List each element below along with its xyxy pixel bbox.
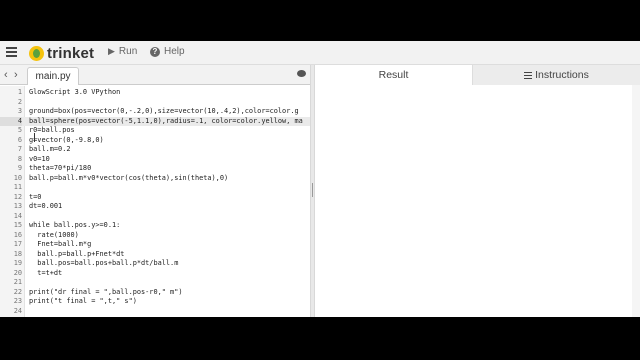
code-text: v0=10: [29, 154, 50, 163]
result-scrollbar[interactable]: [632, 85, 640, 317]
code-line[interactable]: 12 t=0: [0, 193, 310, 203]
code-line[interactable]: 18 ball.p=ball.p+Fnet*dt: [0, 250, 310, 260]
question-icon: ?: [150, 46, 160, 57]
line-number: 16: [13, 230, 22, 239]
hamburger-icon[interactable]: [6, 47, 17, 58]
line-number: 1: [17, 88, 22, 96]
code-line[interactable]: 21: [0, 278, 310, 288]
line-number: 6: [17, 135, 22, 144]
line-number: 19: [13, 259, 22, 267]
code-text: g=vector(0,-9.8,0): [29, 135, 104, 144]
output-tab-bar: Result Instructions: [315, 65, 640, 85]
code-line[interactable]: 19 ball.pos=ball.pos+ball.p*dt/ball.m: [0, 259, 310, 269]
trinket-frame: trinket ▶ Run ? Help ‹ › main.py 1 GlowSc…: [0, 41, 640, 317]
code-line[interactable]: 3 ground=box(pos=vector(0,-.2,0),size=vec…: [0, 107, 310, 117]
code-line[interactable]: 24: [0, 307, 310, 317]
code-text: ground=box(pos=vector(0,-.2,0),size=vect…: [29, 107, 299, 115]
trinket-logo-icon: [29, 45, 44, 61]
code-line[interactable]: 25: [0, 316, 310, 317]
comment-icon[interactable]: [297, 70, 306, 77]
code-text: print("t final = ",t," s"): [29, 297, 137, 305]
code-line[interactable]: 13 dt=0.001: [0, 202, 310, 212]
result-pane: [315, 85, 640, 317]
code-text: theta=70*pi/180: [29, 164, 92, 172]
code-text: ball.p=ball.p+Fnet*dt: [29, 249, 125, 258]
editor-tab-bar: ‹ › main.py: [0, 65, 310, 85]
list-icon: [524, 71, 533, 79]
trinket-logo[interactable]: trinket: [29, 44, 94, 62]
code-text: ball.pos=ball.pos+ball.p*dt/ball.m: [29, 259, 179, 267]
tab-instructions-label: Instructions: [535, 69, 589, 81]
top-toolbar: trinket ▶ Run ? Help: [0, 41, 640, 65]
line-number: 23: [13, 297, 22, 305]
code-text: GlowScript 3.0 VPython: [29, 88, 121, 96]
line-number: 8: [17, 154, 22, 163]
line-number: 22: [13, 287, 22, 296]
code-line[interactable]: 16 rate(1000): [0, 231, 310, 241]
line-number: 20: [13, 268, 22, 277]
app-name: trinket: [47, 44, 95, 62]
code-line[interactable]: 15 while ball.pos.y>=0.1:: [0, 221, 310, 231]
code-text: ball.m=0.2: [29, 145, 71, 153]
code-line[interactable]: 14: [0, 212, 310, 222]
line-number: 12: [13, 192, 22, 201]
tab-result[interactable]: Result: [315, 65, 473, 85]
line-number: 13: [13, 202, 22, 210]
chevron-right-icon[interactable]: ›: [14, 69, 18, 81]
code-line[interactable]: 7 ball.m=0.2: [0, 145, 310, 155]
code-line[interactable]: 8 v0=10: [0, 155, 310, 165]
code-line[interactable]: 2: [0, 98, 310, 108]
code-line[interactable]: 9 theta=70*pi/180: [0, 164, 310, 174]
line-number: 5: [17, 126, 22, 134]
line-number: 10: [13, 173, 22, 182]
code-line[interactable]: 11: [0, 183, 310, 193]
code-line[interactable]: 17 Fnet=ball.m*g: [0, 240, 310, 250]
text-cursor: [34, 133, 35, 142]
line-number: 14: [13, 211, 22, 220]
code-text: ball=sphere(pos=vector(-5,1.1,0),radius=…: [29, 116, 303, 125]
play-icon: ▶: [108, 46, 115, 56]
file-tab-label: main.py: [35, 71, 71, 82]
code-line[interactable]: 4 ball=sphere(pos=vector(-5,1.1,0),radius…: [0, 116, 310, 126]
code-text: while ball.pos.y>=0.1:: [29, 221, 121, 229]
tab-instructions[interactable]: Instructions: [473, 65, 640, 85]
code-text: r0=ball.pos: [29, 126, 75, 134]
code-line[interactable]: 20 t=t+dt: [0, 269, 310, 279]
code-line[interactable]: 5 r0=ball.pos: [0, 126, 310, 136]
run-label: Run: [118, 46, 138, 57]
line-number: 4: [0, 116, 22, 126]
help-label: Help: [164, 46, 185, 57]
tab-result-label: Result: [378, 69, 409, 81]
code-line[interactable]: 6 g=vector(0,-9.8,0): [0, 136, 310, 146]
line-number: 9: [17, 164, 22, 172]
code-text: rate(1000): [29, 230, 79, 239]
file-tab-main[interactable]: main.py: [27, 67, 79, 85]
line-number: 25: [0, 316, 22, 317]
code-line[interactable]: 1 GlowScript 3.0 VPython: [0, 88, 310, 98]
code-text: ball.p=ball.m*v0*vector(cos(theta),sin(t…: [29, 173, 229, 182]
line-number: 21: [13, 278, 22, 286]
help-button[interactable]: ? Help: [150, 46, 185, 57]
code-line[interactable]: 10 ball.p=ball.m*v0*vector(cos(theta),sin…: [0, 174, 310, 184]
line-number: 15: [13, 221, 22, 229]
code-text: t=0: [29, 192, 42, 201]
line-number: 11: [13, 183, 22, 191]
line-number: 3: [17, 107, 22, 115]
run-button[interactable]: ▶ Run: [108, 46, 137, 57]
line-number: 2: [17, 97, 22, 106]
code-text: t=t+dt: [29, 268, 63, 277]
code-line[interactable]: 23 print("t final = ",t," s"): [0, 297, 310, 307]
code-text: dt=0.001: [29, 202, 63, 210]
chevron-left-icon[interactable]: ‹: [4, 69, 8, 81]
code-text: print("dr final = ",ball.pos-r0," m"): [29, 287, 183, 296]
line-number: 18: [13, 249, 22, 258]
code-line[interactable]: 22 print("dr final = ",ball.pos-r0," m"): [0, 288, 310, 298]
line-number: 24: [13, 306, 22, 315]
line-number: 17: [13, 240, 22, 248]
code-text: Fnet=ball.m*g: [29, 240, 92, 248]
line-number: 7: [17, 145, 22, 153]
code-editor[interactable]: 1 GlowScript 3.0 VPython 2 3 ground=box(pos=…: [0, 86, 310, 317]
